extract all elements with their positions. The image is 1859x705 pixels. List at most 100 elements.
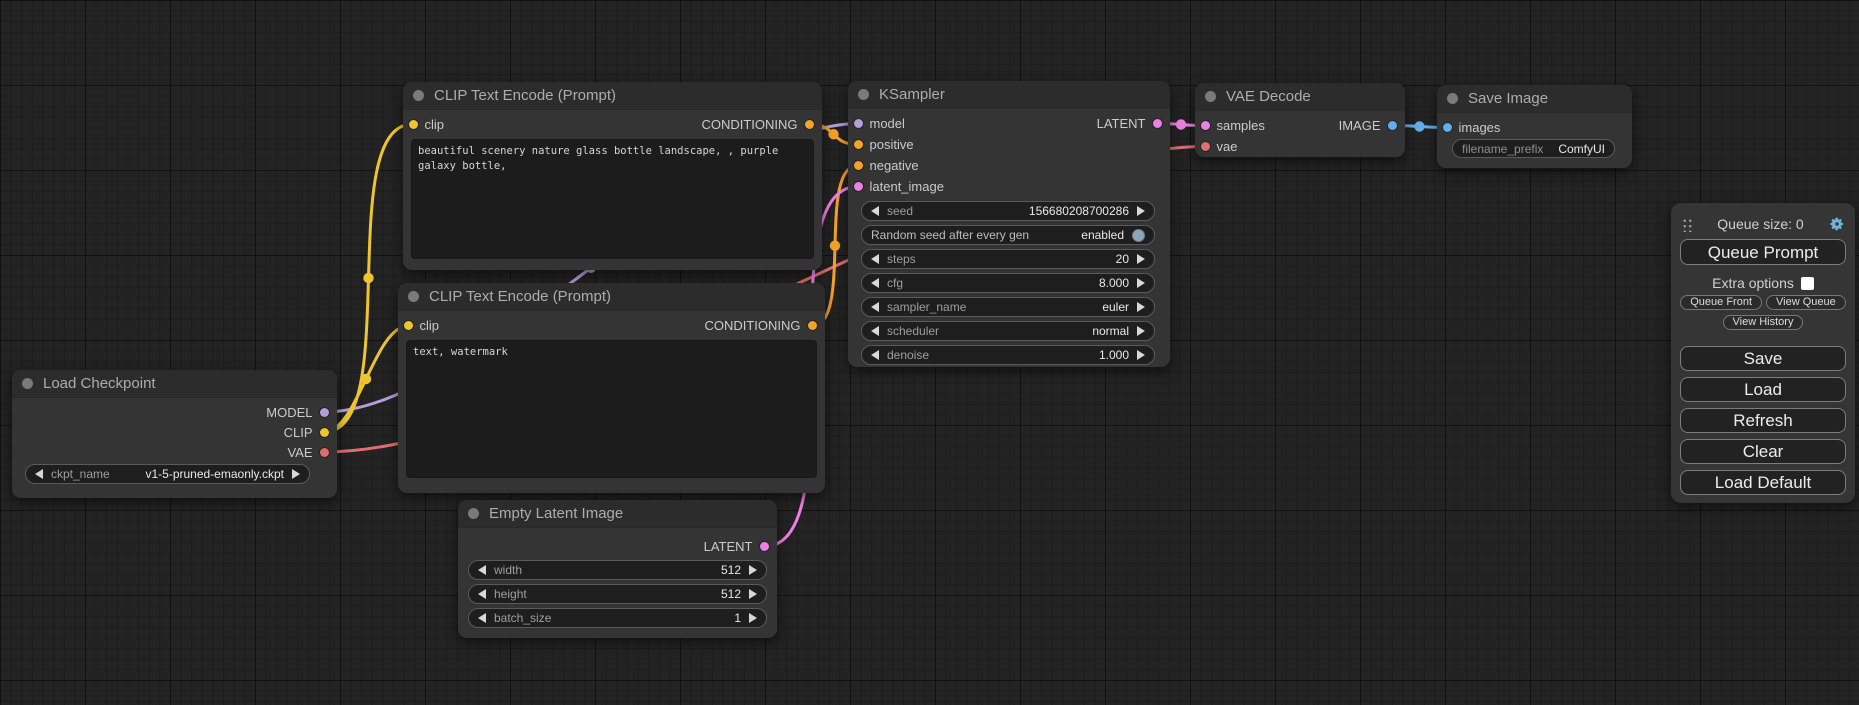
decrease-arrow-icon[interactable] — [871, 350, 879, 360]
node-title-bar[interactable]: VAE Decode — [1195, 83, 1405, 111]
output-port-conditioning[interactable] — [805, 120, 814, 129]
cfg-widget[interactable]: cfg 8.000 — [861, 273, 1155, 293]
decrease-arrow-icon[interactable] — [35, 469, 43, 479]
node-collapse-dot[interactable] — [858, 89, 869, 100]
node-graph-canvas[interactable]: Load Checkpoint MODEL CLIP VAE ckpt_name… — [0, 0, 1859, 705]
filename-prefix-widget[interactable]: filename_prefix ComfyUI — [1452, 139, 1615, 158]
steps-widget[interactable]: steps 20 — [861, 249, 1155, 269]
node-clip-text-encode-positive[interactable]: CLIP Text Encode (Prompt) clip CONDITION… — [403, 82, 822, 270]
input-port-model[interactable] — [854, 119, 863, 128]
increase-arrow-icon[interactable] — [749, 589, 757, 599]
random-seed-widget[interactable]: Random seed after every gen enabled — [861, 225, 1155, 245]
decrease-arrow-icon[interactable] — [478, 613, 486, 623]
node-title: Save Image — [1468, 90, 1548, 107]
node-title-bar[interactable]: CLIP Text Encode (Prompt) — [398, 283, 825, 311]
input-port-positive[interactable] — [854, 140, 863, 149]
increase-arrow-icon[interactable] — [1137, 326, 1145, 336]
height-widget[interactable]: height 512 — [468, 584, 767, 604]
seed-widget[interactable]: seed 156680208700286 — [861, 201, 1155, 221]
queue-prompt-button[interactable]: Queue Prompt — [1680, 239, 1846, 265]
decrease-arrow-icon[interactable] — [871, 326, 879, 336]
input-port-latent-image[interactable] — [854, 182, 863, 191]
output-port-image[interactable] — [1388, 121, 1397, 130]
node-title-bar[interactable]: Save Image — [1437, 85, 1632, 113]
link-midpoint-dot[interactable] — [363, 273, 373, 283]
input-port-clip[interactable] — [404, 321, 413, 330]
prompt-text-area[interactable]: text, watermark — [406, 340, 817, 478]
ckpt-name-widget[interactable]: ckpt_name v1-5-pruned-emaonly.ckpt — [25, 464, 310, 484]
settings-gear-icon[interactable] — [1829, 216, 1845, 232]
output-port-latent[interactable] — [1153, 119, 1162, 128]
load-default-button[interactable]: Load Default — [1680, 470, 1846, 495]
width-widget[interactable]: width 512 — [468, 560, 767, 580]
load-button[interactable]: Load — [1680, 377, 1846, 402]
increase-arrow-icon[interactable] — [749, 565, 757, 575]
decrease-arrow-icon[interactable] — [871, 254, 879, 264]
increase-arrow-icon[interactable] — [292, 469, 300, 479]
widget-label: steps — [887, 252, 916, 266]
sampler-name-widget[interactable]: sampler_name euler — [861, 297, 1155, 317]
increase-arrow-icon[interactable] — [1137, 302, 1145, 312]
decrease-arrow-icon[interactable] — [871, 278, 879, 288]
output-port-conditioning[interactable] — [808, 321, 817, 330]
decrease-arrow-icon[interactable] — [478, 589, 486, 599]
node-collapse-dot[interactable] — [1447, 93, 1458, 104]
node-load-checkpoint[interactable]: Load Checkpoint MODEL CLIP VAE ckpt_name… — [12, 370, 337, 498]
node-ksampler[interactable]: KSampler model LATENT positive negative — [848, 81, 1170, 367]
prompt-text-area[interactable]: beautiful scenery nature glass bottle la… — [411, 139, 814, 259]
output-port-vae[interactable] — [320, 448, 329, 457]
increase-arrow-icon[interactable] — [1137, 350, 1145, 360]
input-port-vae[interactable] — [1201, 142, 1210, 151]
widget-label: height — [494, 587, 527, 601]
node-empty-latent-image[interactable]: Empty Latent Image LATENT width 512 heig… — [458, 500, 777, 638]
link-midpoint-dot[interactable] — [1414, 121, 1424, 131]
random-seed-toggle-icon[interactable] — [1132, 229, 1145, 242]
drag-handle-icon[interactable] — [1681, 217, 1692, 232]
widget-label: cfg — [887, 276, 903, 290]
node-title-bar[interactable]: Load Checkpoint — [12, 370, 337, 398]
node-title-bar[interactable]: KSampler — [848, 81, 1170, 109]
view-queue-button[interactable]: View Queue — [1766, 295, 1846, 310]
node-collapse-dot[interactable] — [1205, 91, 1216, 102]
decrease-arrow-icon[interactable] — [478, 565, 486, 575]
input-port-samples[interactable] — [1201, 121, 1210, 130]
batch-size-widget[interactable]: batch_size 1 — [468, 608, 767, 628]
decrease-arrow-icon[interactable] — [871, 302, 879, 312]
refresh-button[interactable]: Refresh — [1680, 408, 1846, 433]
decrease-arrow-icon[interactable] — [871, 206, 879, 216]
node-title-bar[interactable]: CLIP Text Encode (Prompt) — [403, 82, 822, 110]
increase-arrow-icon[interactable] — [749, 613, 757, 623]
save-button[interactable]: Save — [1680, 346, 1846, 371]
increase-arrow-icon[interactable] — [1137, 278, 1145, 288]
node-title: VAE Decode — [1226, 88, 1311, 105]
node-vae-decode[interactable]: VAE Decode samples IMAGE vae — [1195, 83, 1405, 157]
increase-arrow-icon[interactable] — [1137, 206, 1145, 216]
node-clip-text-encode-negative[interactable]: CLIP Text Encode (Prompt) clip CONDITION… — [398, 283, 825, 493]
queue-front-button[interactable]: Queue Front — [1680, 295, 1762, 310]
input-label-negative: negative — [870, 158, 919, 173]
input-port-images[interactable] — [1443, 123, 1452, 132]
output-port-latent[interactable] — [760, 542, 769, 551]
link-midpoint-dot[interactable] — [361, 374, 371, 384]
node-title: Load Checkpoint — [43, 375, 156, 392]
node-collapse-dot[interactable] — [468, 508, 479, 519]
node-save-image[interactable]: Save Image images filename_prefix ComfyU… — [1437, 85, 1632, 168]
input-port-clip[interactable] — [409, 120, 418, 129]
output-port-model[interactable] — [320, 408, 329, 417]
clear-button[interactable]: Clear — [1680, 439, 1846, 464]
link-midpoint-dot[interactable] — [1176, 119, 1186, 129]
denoise-widget[interactable]: denoise 1.000 — [861, 345, 1155, 365]
link-midpoint-dot[interactable] — [830, 241, 840, 251]
queue-panel[interactable]: Queue size: 0 Queue Prompt Extra options… — [1671, 203, 1855, 503]
view-history-button[interactable]: View History — [1723, 315, 1804, 330]
scheduler-widget[interactable]: scheduler normal — [861, 321, 1155, 341]
node-collapse-dot[interactable] — [22, 378, 33, 389]
node-collapse-dot[interactable] — [413, 90, 424, 101]
link-midpoint-dot[interactable] — [828, 129, 838, 139]
node-collapse-dot[interactable] — [408, 291, 419, 302]
extra-options-checkbox[interactable] — [1801, 277, 1814, 290]
node-title-bar[interactable]: Empty Latent Image — [458, 500, 777, 528]
increase-arrow-icon[interactable] — [1137, 254, 1145, 264]
input-port-negative[interactable] — [854, 161, 863, 170]
output-port-clip[interactable] — [320, 428, 329, 437]
